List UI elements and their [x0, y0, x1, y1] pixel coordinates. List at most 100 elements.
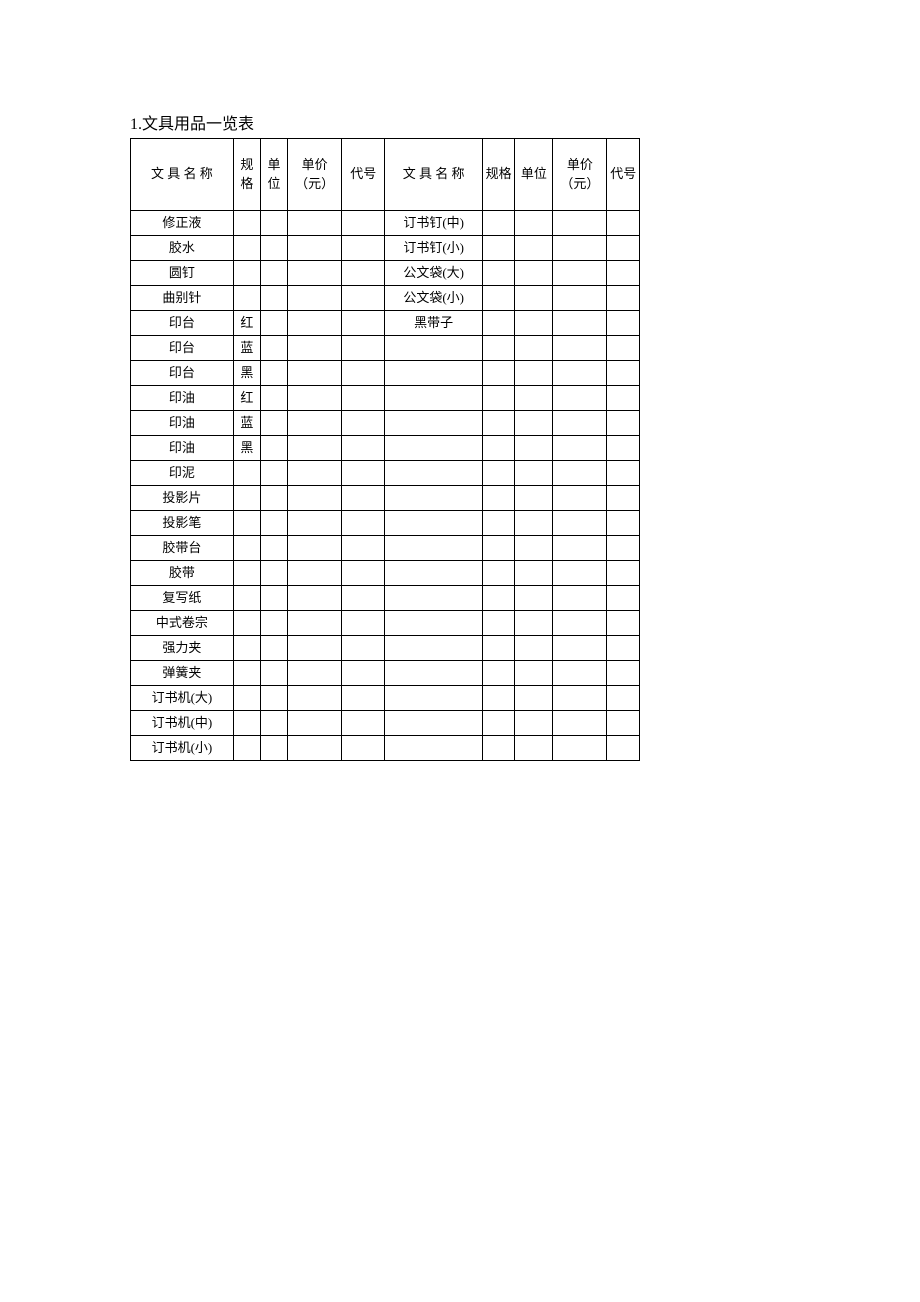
- cell-price-right: [553, 311, 607, 336]
- table-row: 订书机(小): [131, 736, 640, 761]
- cell-name-right: [385, 436, 482, 461]
- cell-code-left: [342, 561, 385, 586]
- header-price-right: 单价（元）: [553, 139, 607, 211]
- cell-unit-right: [515, 286, 553, 311]
- cell-name-right: [385, 611, 482, 636]
- cell-code-left: [342, 211, 385, 236]
- table-row: 印台黑: [131, 361, 640, 386]
- cell-code-left: [342, 361, 385, 386]
- cell-price-right: [553, 336, 607, 361]
- cell-code-left: [342, 636, 385, 661]
- table-row: 印台蓝: [131, 336, 640, 361]
- cell-price-left: [288, 336, 342, 361]
- cell-code-left: [342, 236, 385, 261]
- cell-unit-right: [515, 411, 553, 436]
- cell-code-right: [607, 436, 640, 461]
- cell-price-left: [288, 636, 342, 661]
- cell-code-right: [607, 286, 640, 311]
- cell-code-left: [342, 436, 385, 461]
- table-row: 曲别针公文袋(小): [131, 286, 640, 311]
- cell-price-right: [553, 361, 607, 386]
- table-body: 修正液订书钉(中)胶水订书钉(小)圆钉公文袋(大)曲别针公文袋(小)印台红黑带子…: [131, 211, 640, 761]
- table-row: 印油黑: [131, 436, 640, 461]
- cell-name-left: 印油: [131, 386, 234, 411]
- cell-code-left: [342, 611, 385, 636]
- cell-spec-left: 黑: [233, 361, 260, 386]
- cell-price-left: [288, 511, 342, 536]
- cell-code-right: [607, 486, 640, 511]
- cell-name-right: [385, 486, 482, 511]
- cell-unit-left: [260, 311, 287, 336]
- cell-code-right: [607, 361, 640, 386]
- cell-price-left: [288, 211, 342, 236]
- cell-code-right: [607, 711, 640, 736]
- cell-name-left: 复写纸: [131, 586, 234, 611]
- cell-price-right: [553, 736, 607, 761]
- cell-name-right: [385, 411, 482, 436]
- cell-name-left: 胶带: [131, 561, 234, 586]
- header-code-right: 代号: [607, 139, 640, 211]
- cell-spec-right: [482, 411, 514, 436]
- cell-unit-right: [515, 336, 553, 361]
- cell-price-left: [288, 736, 342, 761]
- cell-code-right: [607, 336, 640, 361]
- cell-price-right: [553, 511, 607, 536]
- cell-name-left: 印台: [131, 336, 234, 361]
- cell-code-left: [342, 386, 385, 411]
- cell-code-left: [342, 311, 385, 336]
- cell-spec-left: 黑: [233, 436, 260, 461]
- cell-price-right: [553, 486, 607, 511]
- table-row: 中式卷宗: [131, 611, 640, 636]
- cell-spec-right: [482, 436, 514, 461]
- table-row: 印油蓝: [131, 411, 640, 436]
- cell-name-right: [385, 386, 482, 411]
- cell-unit-left: [260, 561, 287, 586]
- cell-code-left: [342, 536, 385, 561]
- cell-spec-right: [482, 561, 514, 586]
- cell-spec-right: [482, 336, 514, 361]
- cell-price-right: [553, 286, 607, 311]
- header-name-right: 文 具 名 称: [385, 139, 482, 211]
- cell-spec-right: [482, 236, 514, 261]
- cell-unit-left: [260, 386, 287, 411]
- cell-code-right: [607, 736, 640, 761]
- cell-name-right: [385, 361, 482, 386]
- cell-name-right: 订书钉(小): [385, 236, 482, 261]
- cell-price-right: [553, 461, 607, 486]
- cell-unit-right: [515, 461, 553, 486]
- cell-unit-right: [515, 711, 553, 736]
- cell-price-right: [553, 661, 607, 686]
- cell-name-left: 弹簧夹: [131, 661, 234, 686]
- cell-price-left: [288, 661, 342, 686]
- cell-unit-right: [515, 236, 553, 261]
- cell-price-right: [553, 636, 607, 661]
- cell-spec-right: [482, 511, 514, 536]
- cell-unit-left: [260, 611, 287, 636]
- cell-code-right: [607, 636, 640, 661]
- cell-name-right: [385, 561, 482, 586]
- table-row: 印泥: [131, 461, 640, 486]
- cell-spec-left: [233, 261, 260, 286]
- cell-code-right: [607, 261, 640, 286]
- cell-unit-right: [515, 436, 553, 461]
- cell-name-right: [385, 636, 482, 661]
- cell-spec-left: [233, 586, 260, 611]
- cell-spec-left: 红: [233, 386, 260, 411]
- table-row: 印油红: [131, 386, 640, 411]
- cell-name-left: 印油: [131, 436, 234, 461]
- cell-name-right: [385, 461, 482, 486]
- cell-name-left: 订书机(中): [131, 711, 234, 736]
- cell-name-right: 黑带子: [385, 311, 482, 336]
- cell-unit-right: [515, 661, 553, 686]
- cell-code-left: [342, 411, 385, 436]
- cell-name-right: 订书钉(中): [385, 211, 482, 236]
- cell-price-left: [288, 536, 342, 561]
- header-price-left: 单价（元）: [288, 139, 342, 211]
- cell-price-right: [553, 536, 607, 561]
- cell-spec-right: [482, 736, 514, 761]
- cell-code-right: [607, 536, 640, 561]
- cell-name-right: [385, 511, 482, 536]
- cell-name-left: 印泥: [131, 461, 234, 486]
- cell-spec-left: [233, 536, 260, 561]
- cell-code-right: [607, 561, 640, 586]
